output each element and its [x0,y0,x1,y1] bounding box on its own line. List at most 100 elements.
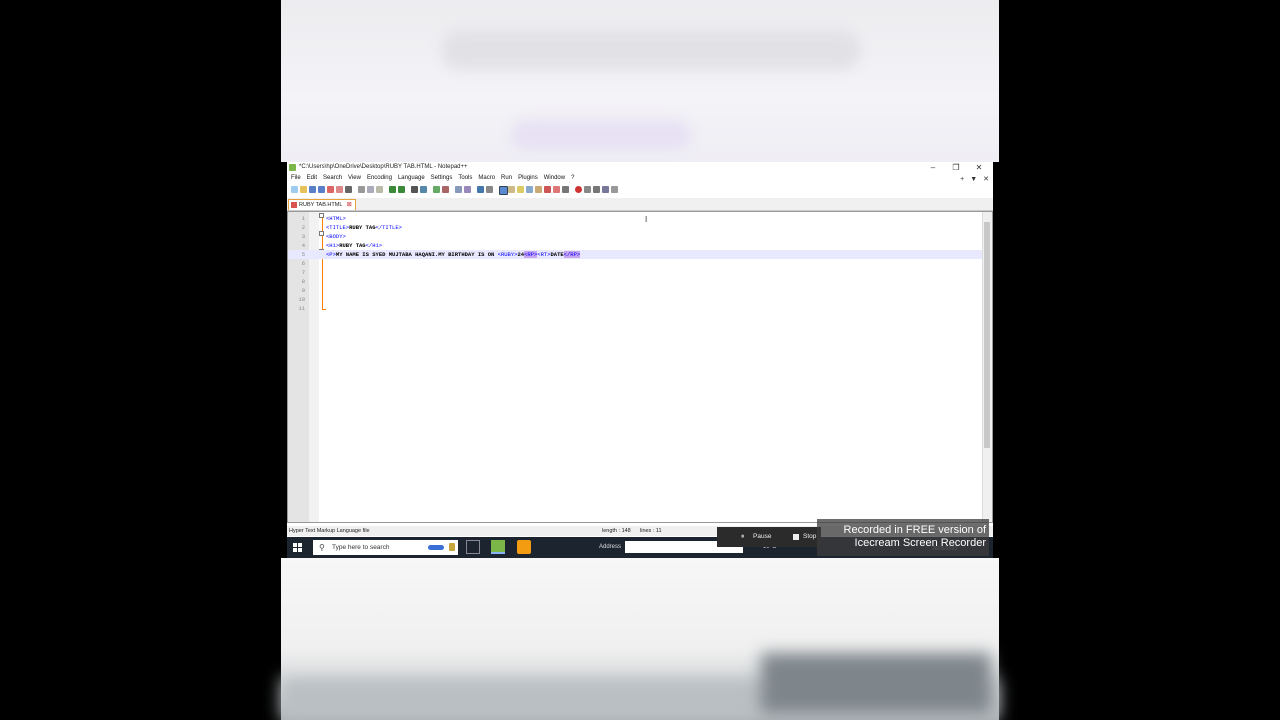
monitoring-icon[interactable] [544,186,551,193]
tag-segment: <RT> [537,251,551,258]
open-file-icon[interactable] [300,186,307,193]
windows-start-icon[interactable] [293,543,302,552]
tab-bar: RUBY TAB.HTML ⊠ [287,198,993,211]
print-icon[interactable] [345,186,352,193]
stop-icon[interactable] [793,534,799,540]
title-bar: *C:\Users\hp\OneDrive\Desktop\RUBY TAB.H… [287,162,993,174]
code-line[interactable]: 10 [288,295,982,304]
menu-tools[interactable]: Tools [458,175,472,181]
new-tab-icon[interactable]: + [960,176,964,183]
new-file-icon[interactable] [291,186,298,193]
tab-list-dropdown-icon[interactable]: ▼ [970,176,977,183]
code-text: <TITLE>RUBY TAG</TITLE> [326,223,402,232]
code-line[interactable]: 1 <HTML> [288,214,982,223]
redo-icon[interactable] [398,186,405,193]
code-line[interactable]: 6 [288,259,982,268]
code-line[interactable]: 3 <BODY> [288,232,982,241]
sync-horizontal-icon[interactable] [464,186,471,193]
undo-icon[interactable] [389,186,396,193]
find-icon[interactable] [411,186,418,193]
close-file-icon[interactable] [327,186,334,193]
code-line[interactable]: 5 <P>MY NAME IS SYED MUJTABA HAQANI.MY BI… [288,250,982,259]
vertical-scrollbar[interactable] [982,212,992,522]
pause-icon[interactable]: ⏸ [741,527,744,547]
line-number: 2 [301,224,305,231]
menu-edit[interactable]: Edit [307,175,317,181]
tag-segment: </H1> [365,242,383,249]
code-line[interactable]: 7 [288,268,982,277]
close-button[interactable]: ✕ [969,162,989,173]
zoom-in-icon[interactable] [433,186,440,193]
tab-close-icon[interactable]: ⊠ [347,200,352,210]
menu-encoding[interactable]: Encoding [367,175,392,181]
macro-stop-icon[interactable] [584,186,591,193]
tag-segment: <RP> [524,251,538,258]
menu-language[interactable]: Language [398,175,425,181]
pause-button[interactable]: Pause [753,527,771,547]
menu-run[interactable]: Run [501,175,512,181]
code-line[interactable]: 4 <H1>RUBY TAG</H1> [288,241,982,250]
menu-settings[interactable]: Settings [431,175,453,181]
line-number: 8 [301,278,305,285]
sync-vertical-icon[interactable] [455,186,462,193]
icecream-recorder-taskbar-icon[interactable] [517,540,531,554]
macro-record-icon[interactable] [575,186,582,193]
paste-icon[interactable] [376,186,383,193]
menu-bar-right-controls: + ▼ ✕ [954,175,989,183]
language-icon[interactable] [508,186,515,193]
menu-file[interactable]: File [291,175,301,181]
letterbox-left [0,0,281,720]
minimize-button[interactable]: – [923,162,943,173]
word-wrap-icon[interactable] [477,186,484,193]
cut-icon[interactable] [358,186,365,193]
indent-guide-icon[interactable] [499,186,508,195]
macro-play-multiple-icon[interactable] [602,186,609,193]
tab-ruby-tab-html[interactable]: RUBY TAB.HTML ⊠ [288,199,356,210]
tag-segment: <TITLE> [326,224,350,231]
menu-search[interactable]: Search [323,175,342,181]
close-all-icon[interactable] [336,186,343,193]
zoom-out-icon[interactable] [442,186,449,193]
save-all-icon[interactable] [318,186,325,193]
task-view-icon[interactable] [466,540,480,554]
macro-play-icon[interactable] [593,186,600,193]
menu-help[interactable]: ? [571,175,574,181]
menu-view[interactable]: View [348,175,361,181]
tag-segment: </RP> [563,251,581,258]
macro-save-icon[interactable] [611,186,618,193]
scrollbar-thumb[interactable] [984,222,990,448]
menu-plugins[interactable]: Plugins [518,175,538,181]
code-editor[interactable]: 1 <HTML> 2 <TITLE>RUBY TAG</TITLE> 3 <BODY> 4 <… [287,211,993,523]
line-number: 5 [301,251,305,258]
show-all-chars-icon[interactable] [486,186,493,193]
stop-button[interactable]: Stop [803,527,816,547]
save-icon[interactable] [309,186,316,193]
folder-workspace-icon[interactable] [535,186,542,193]
notepad-taskbar-icon[interactable] [491,540,505,554]
code-line[interactable]: 2 <TITLE>RUBY TAG</TITLE> [288,223,982,232]
mouse-ibeam-cursor: I [645,215,648,224]
function-list-icon[interactable] [526,186,533,193]
notepad-plus-plus-window: *C:\Users\hp\OneDrive\Desktop\RUBY TAB.H… [287,162,993,558]
replace-icon[interactable] [420,186,427,193]
lock-icon [449,543,455,551]
search-icon: ⚲ [319,543,325,552]
code-text: <P>MY NAME IS SYED MUJTABA HAQANI.MY BIR… [326,250,581,259]
tag-segment: <HTML> [326,215,346,222]
line-number: 6 [301,260,305,267]
code-line[interactable]: 9 [288,286,982,295]
copy-icon[interactable] [367,186,374,193]
tag-segment: <P> [326,251,336,258]
menu-window[interactable]: Window [544,175,565,181]
line-number: 9 [301,287,305,294]
code-line[interactable]: 8 [288,277,982,286]
menu-macro[interactable]: Macro [478,175,495,181]
restore-button[interactable]: ❐ [946,162,966,173]
line-number: 3 [301,233,305,240]
doc-map-icon[interactable] [517,186,524,193]
taskbar-search-box[interactable]: ⚲ Type here to search [313,540,458,555]
close-doc-icon[interactable]: ✕ [983,176,989,183]
stop-macro-icon[interactable] [562,186,569,193]
code-line[interactable]: 11 [288,304,982,313]
record-macro-icon[interactable] [553,186,560,193]
